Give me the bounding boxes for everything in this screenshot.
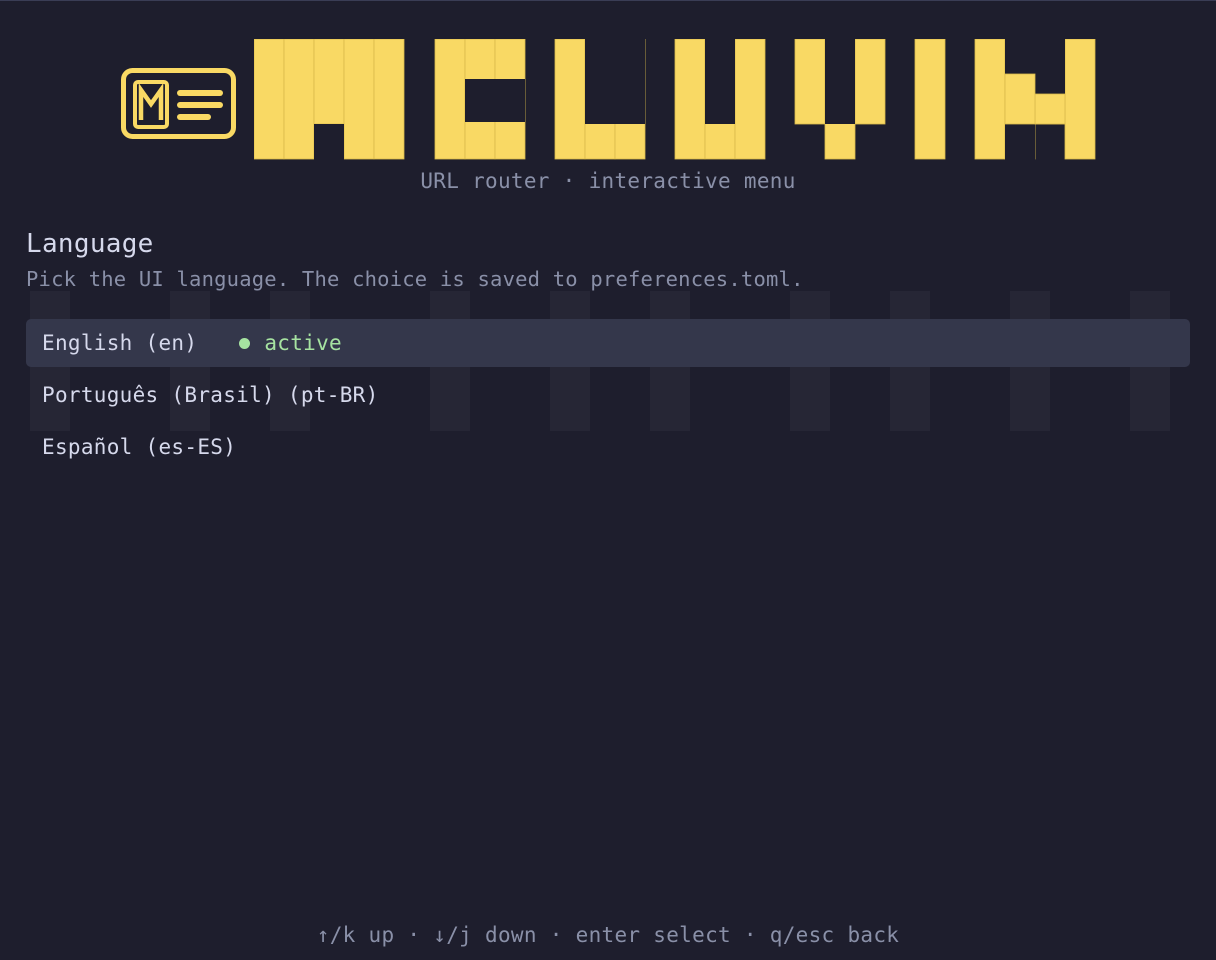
active-label: active bbox=[264, 331, 342, 355]
id-card-m-icon bbox=[121, 68, 236, 139]
section-title: Language bbox=[26, 229, 154, 259]
language-list: English (en) active Português (Brasil) (… bbox=[26, 319, 1190, 475]
active-indicator: active bbox=[239, 331, 342, 355]
language-option-en[interactable]: English (en) active bbox=[26, 319, 1190, 367]
language-label: Español (es-ES) bbox=[42, 435, 237, 459]
language-label: English (en) bbox=[42, 331, 198, 355]
status-dot-icon bbox=[239, 337, 251, 349]
language-label: Português (Brasil) (pt-BR) bbox=[42, 383, 379, 407]
language-option-pt-br[interactable]: Português (Brasil) (pt-BR) bbox=[26, 371, 1190, 419]
header-logo bbox=[0, 39, 1216, 161]
mclovin-wordmark bbox=[254, 39, 1096, 160]
app-window: URL router · interactive menu Language P… bbox=[0, 0, 1216, 960]
language-option-es-es[interactable]: Español (es-ES) bbox=[26, 423, 1190, 471]
app-subtitle: URL router · interactive menu bbox=[420, 169, 796, 193]
section-description: Pick the UI language. The choice is save… bbox=[26, 267, 804, 291]
keyboard-hints: ↑/k up · ↓/j down · enter select · q/esc… bbox=[316, 923, 900, 947]
